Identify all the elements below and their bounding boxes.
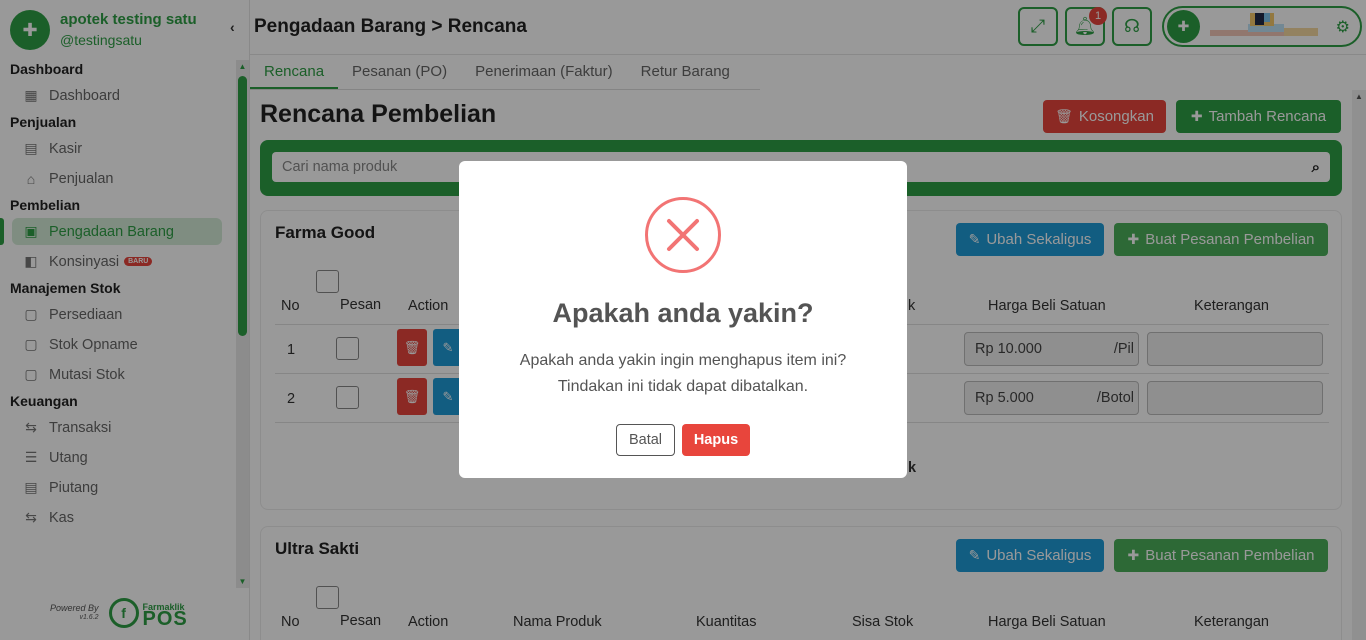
error-x-icon (645, 197, 721, 273)
dialog-title: Apakah anda yakin? (552, 298, 814, 328)
dialog-message: Apakah anda yakin ingin menghapus item i… (519, 352, 847, 395)
cancel-button[interactable]: Batal (616, 424, 675, 456)
confirm-delete-dialog: Apakah anda yakin? Apakah anda yakin ing… (459, 161, 907, 478)
confirm-delete-button[interactable]: Hapus (682, 424, 750, 456)
